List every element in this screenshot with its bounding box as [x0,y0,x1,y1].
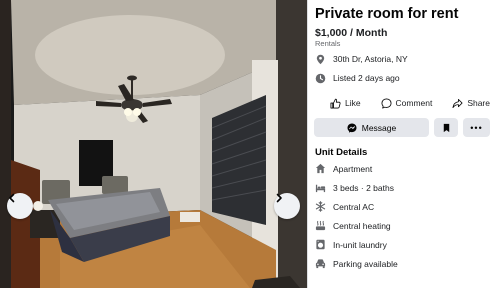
detail-item-heating: Central heating [315,219,391,232]
detail-label: Central AC [333,201,375,212]
next-photo-button[interactable] [274,193,300,219]
share-arrow-icon [452,98,463,108]
detail-item-parking: Parking available [315,257,398,270]
bed-icon [315,182,326,193]
car-icon [315,258,326,269]
more-dots-icon: ••• [470,122,483,133]
bedroom-photo [0,0,308,288]
unit-details-title: Unit Details [315,147,368,158]
detail-label: Central heating [333,220,391,231]
messenger-icon [347,123,357,133]
heating-icon [315,220,326,231]
like-label: Like [345,98,361,108]
snowflake-icon [315,201,326,212]
detail-label: Parking available [333,258,398,269]
listing-category: Rentals [315,39,341,48]
washer-icon [315,239,326,250]
bookmark-icon [443,123,449,132]
listing-photo [0,0,308,288]
listed-time: Listed 2 days ago [333,73,400,83]
address-row: 30th Dr, Astoria, NY [315,52,408,66]
chevron-left-icon [9,193,15,203]
detail-item-cooling: Central AC [315,200,374,213]
share-label: Share [467,98,490,108]
detail-label: Apartment [333,163,373,174]
location-pin-icon [315,54,326,65]
comment-label: Comment [395,98,433,108]
chevron-right-icon [276,193,282,203]
detail-item-rooms: 3 beds · 2 baths [315,181,394,194]
previous-photo-button[interactable] [7,193,33,219]
detail-item-laundry: In-unit laundry [315,238,387,251]
action-bar: Like Comment Share [330,96,490,110]
more-options-button[interactable]: ••• [463,118,490,137]
detail-item-type: Apartment [315,162,372,175]
listing-details-panel: Private room for rent $1,000 / Month Ren… [308,0,500,288]
comment-icon [381,98,392,108]
detail-label: 3 beds · 2 baths [333,182,394,193]
comment-button[interactable]: Comment [381,96,433,110]
address-text: 30th Dr, Astoria, NY [333,54,408,64]
save-button[interactable] [434,118,458,137]
share-button[interactable]: Share [452,96,490,110]
message-label: Message [361,122,397,133]
listed-row: Listed 2 days ago [315,71,400,85]
listing-title: Private room for rent [315,6,459,22]
message-button[interactable]: Message [314,118,429,137]
thumbs-up-icon [330,98,341,108]
clock-icon [315,73,326,84]
listing-price: $1,000 / Month [315,27,388,39]
like-button[interactable]: Like [330,96,361,110]
house-icon [315,163,326,174]
detail-label: In-unit laundry [333,239,387,250]
